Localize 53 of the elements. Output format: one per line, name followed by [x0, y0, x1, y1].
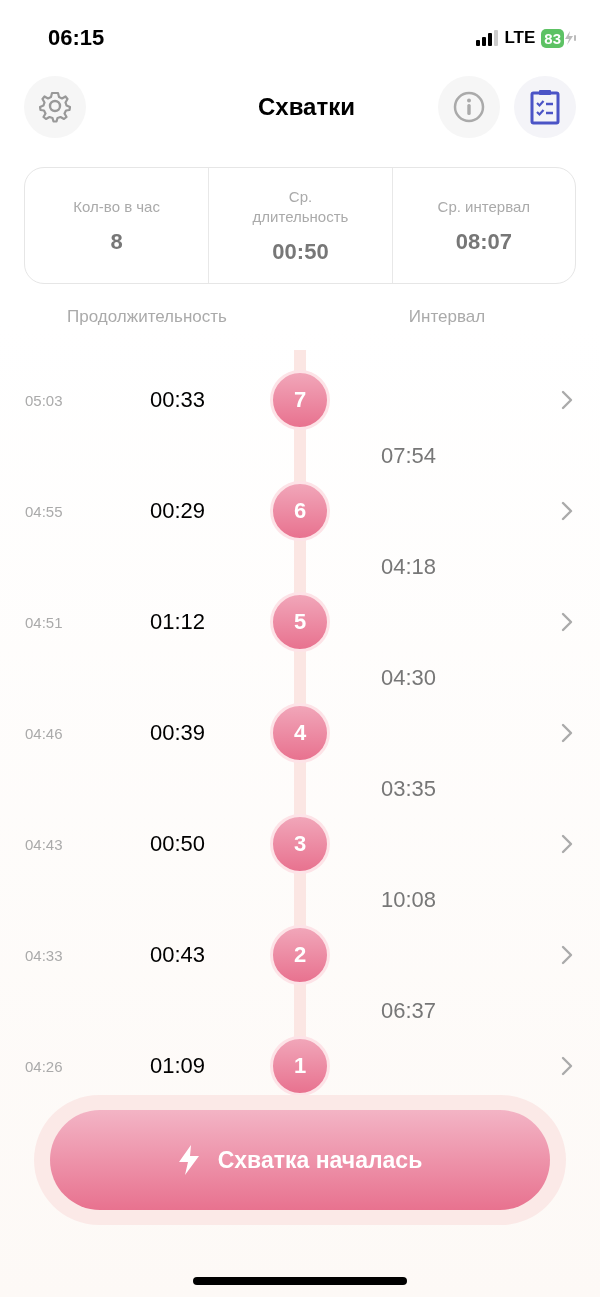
start-time: 05:03 — [25, 391, 64, 409]
chevron-right-icon — [561, 612, 573, 632]
interval-value: 03:35 — [381, 775, 438, 802]
column-header: Интервал — [407, 307, 487, 327]
start-time: 04:33 — [25, 946, 64, 964]
start-contraction-button[interactable]: Схватка началась — [50, 1110, 550, 1210]
info-icon — [453, 91, 485, 123]
stat-label: Кол-во в час — [73, 196, 160, 217]
duration-value: 00:43 — [150, 942, 207, 968]
chevron-right-icon — [561, 945, 573, 965]
start-time: 04:43 — [25, 835, 64, 853]
duration-value: 00:29 — [150, 498, 207, 524]
interval-value: 07:54 — [381, 442, 438, 469]
battery-charging-icon — [565, 31, 576, 45]
chevron-right-icon — [561, 723, 573, 743]
chevron-right-icon — [561, 1056, 573, 1076]
screen-title: Схватки — [257, 93, 356, 121]
checklist-icon — [530, 89, 560, 125]
signal-icon — [476, 30, 499, 46]
contraction-number: 7 — [270, 370, 330, 430]
stat-label: Ср. интервал — [437, 196, 531, 217]
contraction-number: 3 — [270, 814, 330, 874]
settings-icon — [39, 90, 71, 124]
battery-percentage: 83 — [541, 28, 564, 48]
stat-value: 8 — [110, 228, 123, 255]
contraction-number: 5 — [270, 592, 330, 652]
start-time: 04:46 — [25, 724, 64, 742]
column-header: Продолжительность — [66, 307, 228, 327]
duration-value: 01:12 — [150, 609, 207, 635]
duration-value: 00:50 — [150, 831, 207, 857]
interval-value: 04:30 — [381, 664, 438, 691]
stat-value: 00:50 — [272, 238, 329, 265]
lightning-icon — [177, 1145, 200, 1175]
contraction-number: 2 — [270, 925, 330, 985]
contraction-number: 6 — [270, 481, 330, 541]
network-type: LTE — [504, 28, 536, 48]
contraction-number: 1 — [270, 1036, 330, 1095]
duration-value: 00:33 — [150, 387, 207, 413]
start-time: 04:55 — [25, 502, 64, 520]
chevron-right-icon — [561, 390, 573, 410]
contraction-number: 4 — [270, 703, 330, 763]
interval-value: 04:18 — [381, 553, 438, 580]
chevron-right-icon — [561, 501, 573, 521]
clock-time: 06:15 — [48, 25, 105, 51]
start-time: 04:26 — [25, 1057, 64, 1075]
stat-label: Ср. длительность — [251, 186, 350, 227]
interval-value: 06:37 — [381, 997, 438, 1024]
chevron-right-icon — [561, 834, 573, 854]
stat-value: 08:07 — [455, 228, 512, 255]
duration-value: 01:09 — [150, 1053, 207, 1079]
start-time: 04:51 — [25, 613, 64, 631]
interval-value: 10:08 — [381, 886, 438, 913]
duration-value: 00:39 — [150, 720, 207, 746]
